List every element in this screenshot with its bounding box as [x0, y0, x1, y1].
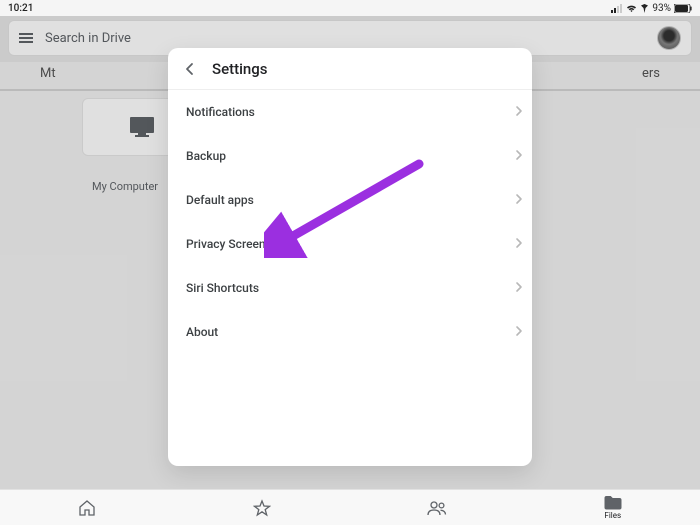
status-bar: 10:21 93% [0, 0, 700, 16]
chevron-right-icon [512, 103, 526, 122]
folder-icon [604, 495, 622, 510]
settings-item-backup[interactable]: Backup [168, 134, 532, 178]
status-time: 10:21 [8, 3, 33, 14]
battery-pct: 93% [652, 3, 671, 14]
settings-item-notifications[interactable]: Notifications [168, 90, 532, 134]
tab-files[interactable]: Files [604, 495, 622, 520]
modal-header: Settings [168, 48, 532, 90]
settings-item-label: About [186, 325, 218, 339]
settings-item-about[interactable]: About [168, 310, 532, 354]
tab-shared[interactable] [427, 499, 447, 517]
chevron-right-icon [512, 235, 526, 254]
back-button[interactable] [176, 55, 204, 83]
modal-title: Settings [212, 60, 268, 78]
settings-item-label: Siri Shortcuts [186, 281, 259, 295]
people-icon [427, 499, 447, 517]
settings-item-label: Privacy Screen [186, 237, 266, 251]
tab-bar: Files [0, 489, 700, 525]
settings-list: Notifications Backup Default apps Privac… [168, 90, 532, 466]
tab-starred[interactable] [253, 499, 271, 517]
settings-item-siri-shortcuts[interactable]: Siri Shortcuts [168, 266, 532, 310]
settings-item-privacy-screen[interactable]: Privacy Screen [168, 222, 532, 266]
tab-files-label: Files [604, 511, 621, 520]
chevron-left-icon [182, 61, 198, 77]
chevron-right-icon [512, 279, 526, 298]
battery-icon [674, 4, 692, 13]
signal-icon [611, 4, 623, 13]
status-indicators: 93% [611, 3, 692, 14]
location-icon [640, 4, 649, 13]
settings-item-label: Default apps [186, 193, 254, 207]
settings-item-default-apps[interactable]: Default apps [168, 178, 532, 222]
chevron-right-icon [512, 323, 526, 342]
chevron-right-icon [512, 191, 526, 210]
settings-item-label: Backup [186, 149, 226, 163]
settings-modal: Settings Notifications Backup Default ap… [168, 48, 532, 466]
home-icon [78, 499, 96, 517]
chevron-right-icon [512, 147, 526, 166]
settings-item-label: Notifications [186, 105, 255, 119]
wifi-icon [626, 4, 637, 13]
tab-home[interactable] [78, 499, 96, 517]
star-icon [253, 499, 271, 517]
